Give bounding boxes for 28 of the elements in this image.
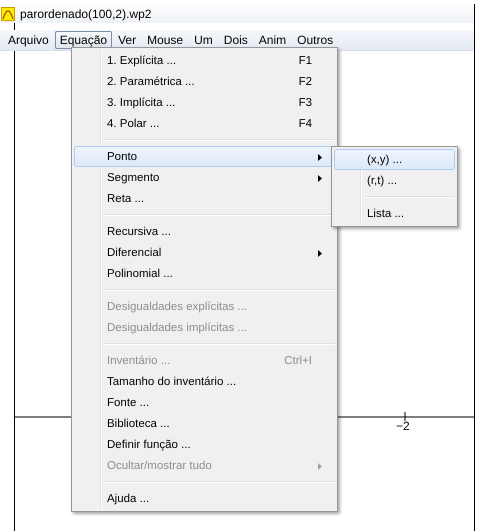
menu-item[interactable]: Diferencial [74,242,335,263]
menu-item[interactable]: Tamanho do inventário ... [74,371,335,392]
menu-item[interactable]: (x,y) ... [334,149,455,170]
axis-tick-label: −2 [396,419,410,433]
menu-item[interactable]: 1. Explícita ... F1 [74,50,335,71]
menu-item[interactable]: Recursiva ... [74,221,335,242]
menu-bar-item[interactable]: Equação [54,31,112,49]
menu-bar-item[interactable]: Arquivo [3,31,54,49]
menu-item[interactable]: Definir função ... [74,434,335,455]
menu-item[interactable]: Fonte ... [74,392,335,413]
menu-item[interactable]: 4. Polar ... F4 [74,113,335,134]
menu-bar-item[interactable]: Um [189,31,218,49]
menu-item[interactable]: 2. Paramétrica ... F2 [74,71,335,92]
menu-bar-item[interactable]: Ver [113,31,142,49]
menu-item[interactable]: 3. Implícita ... F3 [74,92,335,113]
menu-item[interactable]: (r,t) ... [334,170,455,191]
menu-item[interactable]: Reta ... [74,188,335,209]
graph-icon [1,6,15,20]
menu-bar-item[interactable]: Anim [254,31,292,49]
menu-bar-item[interactable]: Outros [292,31,338,49]
menu-item[interactable]: Ajuda ... [74,488,335,509]
menu-item[interactable]: Polinomial ... [74,263,335,284]
window-title: parordenado(100,2).wp2 [20,6,152,20]
menu-bar-item[interactable]: Mouse [142,31,188,49]
menu-item[interactable]: Lista ... [334,203,455,224]
menu-item[interactable]: Segmento [74,167,335,188]
menu-bar-item[interactable]: Dois [218,31,253,49]
menu-item[interactable]: Biblioteca ... [74,413,335,434]
